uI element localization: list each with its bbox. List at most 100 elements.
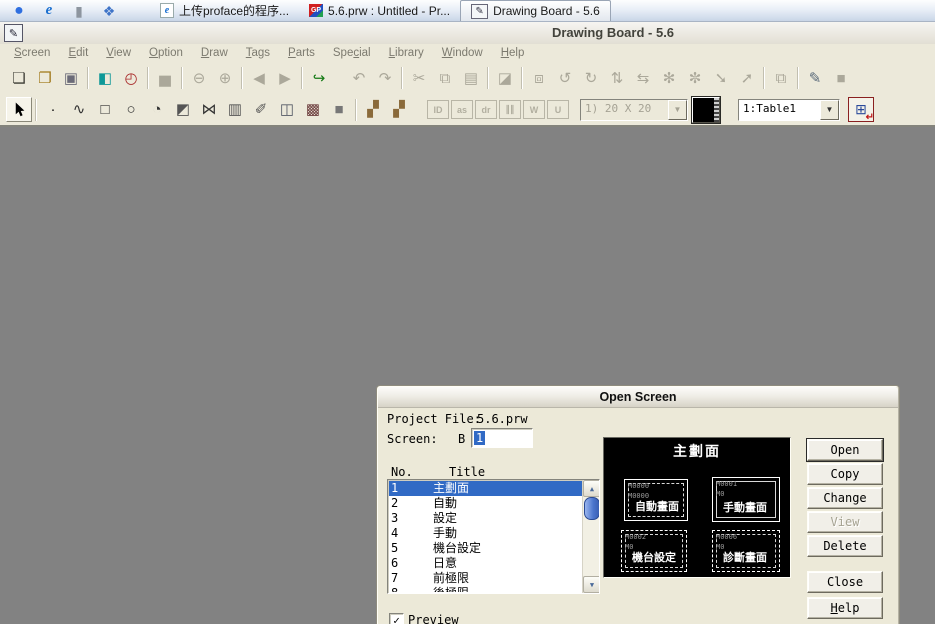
screen-transfer-icon[interactable]: ◧: [92, 66, 118, 91]
cut-icon: ✂: [406, 66, 432, 91]
airbrush-tool-icon[interactable]: ✐: [248, 97, 274, 122]
save-icon[interactable]: ▣: [58, 66, 84, 91]
toolbar-separator: [355, 99, 357, 121]
exit-door-icon[interactable]: ↪: [306, 66, 332, 91]
list-item-no: 4: [389, 526, 433, 541]
rectangle-tool-icon[interactable]: □: [92, 97, 118, 122]
rotate-cw-icon: ↻: [578, 66, 604, 91]
taskbar-tabs: e上传proface的程序...GP5.6.prw : Untitled - P…: [150, 0, 611, 21]
list-item-no: 2: [389, 496, 433, 511]
fill-tool-icon[interactable]: ◩: [170, 97, 196, 122]
tab-project-manager[interactable]: GP5.6.prw : Untitled - Pr...: [299, 1, 460, 21]
list-item-no: 3: [389, 511, 433, 526]
stamp-2-icon[interactable]: ▞: [386, 97, 412, 122]
load-mark-tool-icon[interactable]: ▩: [300, 97, 326, 122]
menu-screen[interactable]: Screen: [6, 46, 58, 60]
screen-list: 1主劃面2自動3設定4手動5機台設定6日意7前極限8後極限 ▲ ▼: [387, 479, 600, 594]
preview-button-text: 診斷畫面: [723, 549, 778, 565]
filled-rect-tool-icon[interactable]: ■: [326, 97, 352, 122]
screen-number-input[interactable]: 1: [471, 428, 533, 448]
check-pen-icon[interactable]: ✎: [802, 66, 828, 91]
menu-edit[interactable]: Edit: [60, 46, 96, 60]
scroll-down-icon[interactable]: ▼: [583, 576, 600, 593]
menu-library[interactable]: Library: [381, 46, 432, 60]
table-combo-value: 1:Table1: [739, 100, 820, 120]
arc-pie-tool-icon[interactable]: ◔: [144, 97, 170, 122]
color-preview-button[interactable]: [692, 97, 720, 123]
toolbar-draw: ·∿□○◔◩⋈▥✐◫▩■▞▞IDasdr∥∥WU 1) 20 X 20 ▼ 1:…: [0, 94, 935, 127]
preview-address-label: M0001: [716, 481, 737, 488]
list-item[interactable]: 3設定: [389, 511, 582, 526]
open-button[interactable]: Open: [807, 439, 883, 461]
polyline-tool-icon[interactable]: ∿: [66, 97, 92, 122]
list-item[interactable]: 8後極限: [389, 586, 582, 592]
list-item[interactable]: 7前極限: [389, 571, 582, 586]
point-tool-icon[interactable]: ·: [40, 97, 66, 122]
preview-checkbox[interactable]: ✓: [389, 613, 404, 624]
tab-drawing-board[interactable]: ✎Drawing Board - 5.6: [460, 0, 611, 21]
pda-icon[interactable]: ▮: [70, 2, 88, 20]
list-item[interactable]: 5機台設定: [389, 541, 582, 556]
menu-parts[interactable]: Parts: [280, 46, 323, 60]
screen-label: Screen:: [387, 432, 438, 446]
list-item[interactable]: 1主劃面: [389, 481, 582, 496]
copy-button[interactable]: Copy: [807, 463, 883, 485]
window-titlebar[interactable]: ✎ Drawing Board - 5.6: [0, 22, 935, 45]
list-item-no: 8: [389, 586, 433, 592]
tab-upload-proface[interactable]: e上传proface的程序...: [150, 1, 299, 21]
table-editor-button[interactable]: ⊞ ↵: [848, 97, 874, 122]
scrollbar-thumb[interactable]: [584, 497, 600, 520]
ellipse-tool-icon[interactable]: ○: [118, 97, 144, 122]
taskbar-dock-icons: ● e ▮ ❖: [0, 2, 150, 20]
screen-prefix: B: [458, 432, 465, 446]
tag-as-icon: as: [451, 100, 473, 119]
new-file-icon[interactable]: ❏: [6, 66, 32, 91]
alarm-clock-icon[interactable]: ◴: [118, 66, 144, 91]
tab-upload-proface-label: 上传proface的程序...: [179, 2, 289, 19]
flip-horizontal-icon: ⇆: [630, 66, 656, 91]
menu-window[interactable]: Window: [434, 46, 491, 60]
load-screen-tool-icon[interactable]: ◫: [274, 97, 300, 122]
preview-address-label: M0: [716, 491, 724, 498]
menu-view[interactable]: View: [98, 46, 139, 60]
menu-special[interactable]: Special: [325, 46, 379, 60]
list-item[interactable]: 2自動: [389, 496, 582, 511]
menu-option[interactable]: Option: [141, 46, 191, 60]
drawing-board-app-icon: ✎: [4, 24, 23, 42]
list-scrollbar[interactable]: ▲ ▼: [582, 480, 599, 593]
screen-preview-panel: 主劃面 M0000M0000自動畫面M0001M0手動畫面M0002M0機台設定…: [603, 437, 791, 578]
polygon-tool-icon[interactable]: ⋈: [196, 97, 222, 122]
help-button[interactable]: Help: [807, 597, 883, 619]
open-file-icon[interactable]: ❐: [32, 66, 58, 91]
menu-draw[interactable]: Draw: [193, 46, 236, 60]
scale-tool-icon[interactable]: ▥: [222, 97, 248, 122]
list-item[interactable]: 4手動: [389, 526, 582, 541]
chevron-down-icon[interactable]: ▼: [820, 100, 839, 120]
dialog-titlebar[interactable]: Open Screen: [378, 387, 898, 408]
list-item[interactable]: 6日意: [389, 556, 582, 571]
preview-screen-title: 主劃面: [604, 441, 790, 461]
application-window: ● e ▮ ❖ e上传proface的程序...GP5.6.prw : Untitle…: [0, 0, 935, 624]
web-window-icon[interactable]: ❖: [100, 2, 118, 20]
stamp-1-icon[interactable]: ▞: [360, 97, 386, 122]
view-button: View: [807, 511, 883, 533]
preview-screen-button: M0000M0000自動畫面: [624, 479, 688, 521]
apple-icon[interactable]: ●: [10, 2, 28, 20]
pointer-tool-icon[interactable]: [6, 97, 32, 122]
change-button[interactable]: Change: [807, 487, 883, 509]
screen-number-value: 1: [474, 431, 485, 445]
menu-bar: ScreenEditViewOptionDrawTagsPartsSpecial…: [0, 44, 935, 63]
menu-help[interactable]: Help: [493, 46, 533, 60]
window-title: Drawing Board - 5.6: [552, 25, 674, 40]
table-combo[interactable]: 1:Table1 ▼: [738, 99, 840, 121]
close-button[interactable]: Close: [807, 571, 883, 593]
preview-screen-button: M0001M0手動畫面: [712, 477, 780, 522]
screen-list-rows: 1主劃面2自動3設定4手動5機台設定6日意7前極限8後極限: [389, 481, 582, 592]
scroll-up-icon[interactable]: ▲: [583, 480, 600, 497]
red-arrow-icon: ↵: [866, 112, 874, 123]
delete-button[interactable]: Delete: [807, 535, 883, 557]
list-item-no: 6: [389, 556, 433, 571]
open-screen-dialog: Open Screen Project File: 5.6.prw Screen…: [376, 385, 900, 624]
ie-icon[interactable]: e: [40, 2, 58, 20]
menu-tags[interactable]: Tags: [238, 46, 278, 60]
